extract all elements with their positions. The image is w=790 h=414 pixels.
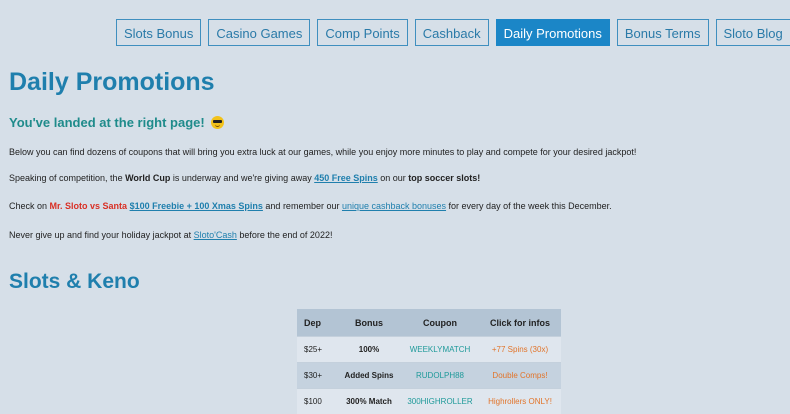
nav-bonus-terms[interactable]: Bonus Terms xyxy=(617,19,709,46)
sunglasses-emoji-icon xyxy=(211,116,224,129)
table-row: $100 300% Match 300HIGHROLLER Highroller… xyxy=(297,389,561,414)
page-subtitle: You've landed at the right page! xyxy=(9,115,224,130)
page-title: Daily Promotions xyxy=(9,68,215,97)
free-spins-link[interactable]: 450 Free Spins xyxy=(314,173,378,183)
nav-daily-promotions[interactable]: Daily Promotions xyxy=(496,19,610,46)
cell-info-link[interactable]: +77 Spins (30x) xyxy=(479,337,561,363)
cell-info-link[interactable]: Highrollers ONLY! xyxy=(479,389,561,414)
section-title-slots-keno: Slots & Keno xyxy=(9,270,140,294)
header-dep: Dep xyxy=(297,309,337,337)
text-segment: before the end of 2022! xyxy=(237,230,333,240)
nav-sloto-blog[interactable]: Sloto Blog xyxy=(716,19,790,46)
header-coupon: Coupon xyxy=(401,309,479,337)
subtitle-text: You've landed at the right page! xyxy=(9,115,205,130)
nav-casino-games[interactable]: Casino Games xyxy=(208,19,310,46)
cell-coupon: 300HIGHROLLER xyxy=(401,389,479,414)
text-segment: on our xyxy=(378,173,409,183)
santa-paragraph: Check on Mr. Sloto vs Santa $100 Freebie… xyxy=(9,201,612,211)
mr-sloto-vs-santa-text: Mr. Sloto vs Santa xyxy=(50,201,128,211)
text-segment: Check on xyxy=(9,201,50,211)
world-cup-paragraph: Speaking of competition, the World Cup i… xyxy=(9,173,480,183)
text-segment: is underway and we're giving away xyxy=(170,173,314,183)
nav-slots-bonus[interactable]: Slots Bonus xyxy=(116,19,201,46)
header-bonus: Bonus xyxy=(337,309,401,337)
cell-dep: $30+ xyxy=(297,363,337,389)
cell-info-link[interactable]: Double Comps! xyxy=(479,363,561,389)
header-info: Click for infos xyxy=(479,309,561,337)
table-row: $30+ Added Spins RUDOLPH88 Double Comps! xyxy=(297,363,561,389)
world-cup-text: World Cup xyxy=(125,173,170,183)
text-segment: Speaking of competition, the xyxy=(9,173,125,183)
text-segment: and remember our xyxy=(263,201,342,211)
cell-bonus: 100% xyxy=(337,337,401,363)
cell-coupon: RUDOLPH88 xyxy=(401,363,479,389)
top-soccer-slots-text: top soccer slots! xyxy=(408,173,480,183)
cell-coupon: WEEKLYMATCH xyxy=(401,337,479,363)
nav-comp-points[interactable]: Comp Points xyxy=(317,19,407,46)
freebie-xmas-spins-link[interactable]: $100 Freebie + 100 Xmas Spins xyxy=(130,201,263,211)
promotions-table: Dep Bonus Coupon Click for infos $25+ 10… xyxy=(297,309,561,414)
holiday-paragraph: Never give up and find your holiday jack… xyxy=(9,230,332,240)
table-row: $25+ 100% WEEKLYMATCH +77 Spins (30x) xyxy=(297,337,561,363)
cell-bonus: Added Spins xyxy=(337,363,401,389)
cashback-bonuses-link[interactable]: unique cashback bonuses xyxy=(342,201,446,211)
text-segment: for every day of the week this December. xyxy=(446,201,612,211)
slotocash-link[interactable]: Sloto'Cash xyxy=(194,230,237,240)
cell-dep: $100 xyxy=(297,389,337,414)
nav-cashback[interactable]: Cashback xyxy=(415,19,489,46)
cell-bonus: 300% Match xyxy=(337,389,401,414)
text-segment: Never give up and find your holiday jack… xyxy=(9,230,194,240)
table-header-row: Dep Bonus Coupon Click for infos xyxy=(297,309,561,337)
top-nav: Slots Bonus Casino Games Comp Points Cas… xyxy=(116,19,790,46)
intro-paragraph: Below you can find dozens of coupons tha… xyxy=(9,147,636,157)
cell-dep: $25+ xyxy=(297,337,337,363)
